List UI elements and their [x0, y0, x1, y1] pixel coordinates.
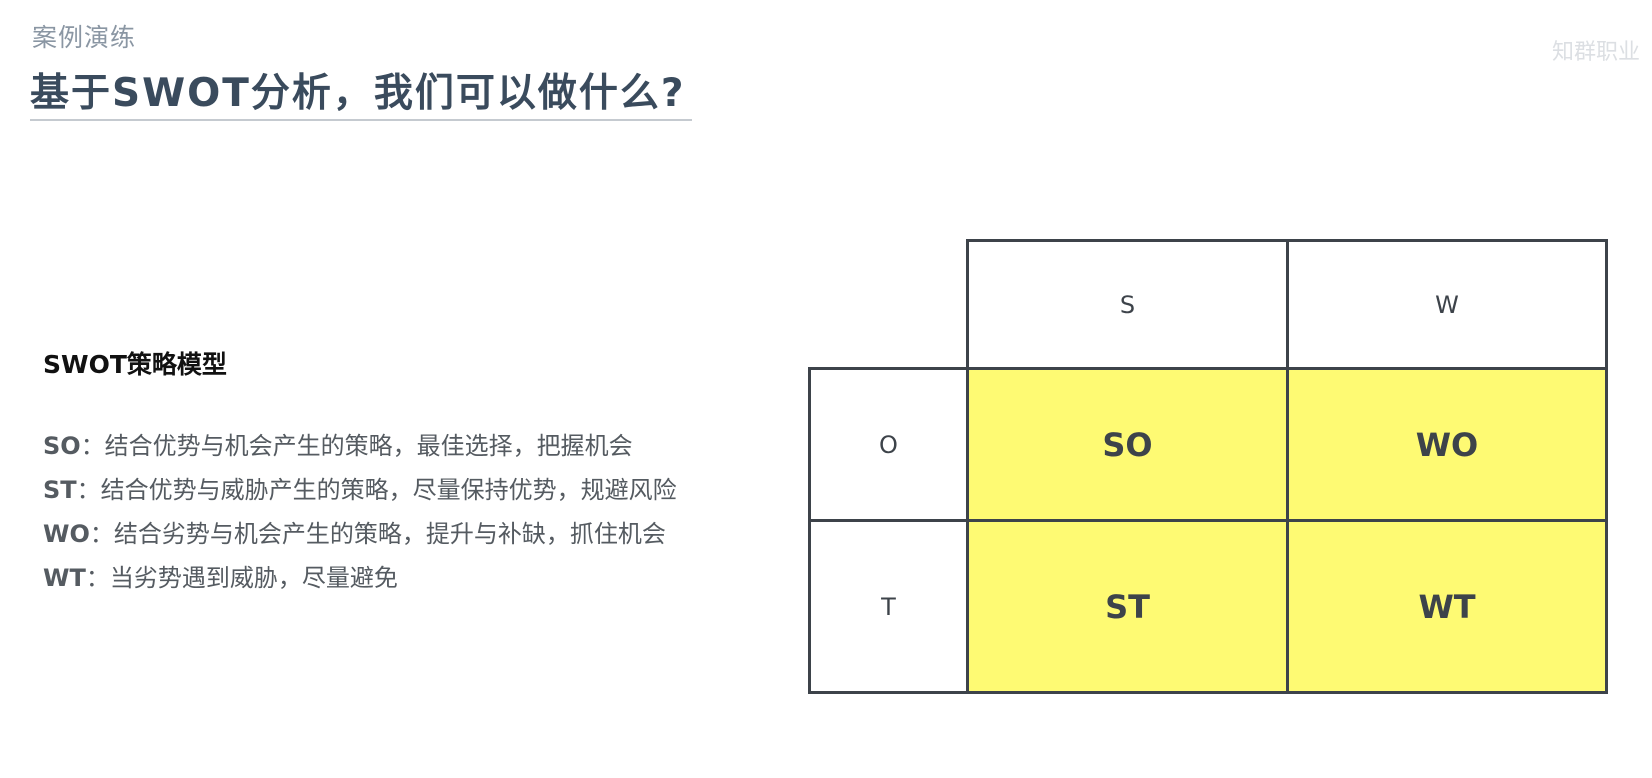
strategy-desc: ：结合劣势与机会产生的策略，提升与补缺，抓住机会 — [89, 520, 666, 548]
strategy-desc: ：结合优势与机会产生的策略，最佳选择，把握机会 — [80, 432, 633, 460]
quadrant-wo: WO — [1286, 367, 1608, 522]
strategy-item-so: SO：结合优势与机会产生的策略，最佳选择，把握机会 — [43, 424, 677, 468]
row-header-t: T — [808, 519, 969, 694]
strategy-code: SO — [43, 432, 81, 460]
strategy-item-st: ST：结合优势与威胁产生的策略，尽量保持优势，规避风险 — [43, 468, 677, 512]
model-title: SWOT策略模型 — [43, 350, 227, 379]
section-label: 案例演练 — [32, 23, 137, 52]
page-title: 基于SWOT分析，我们可以做什么? — [30, 71, 686, 116]
col-header-w: W — [1286, 239, 1608, 370]
row-header-o: O — [808, 367, 969, 522]
strategy-code: ST — [43, 476, 77, 504]
strategy-code: WO — [43, 520, 90, 548]
watermark: 知群职业 — [1552, 40, 1641, 65]
strategy-desc: ：当劣势遇到威胁，尽量避免 — [85, 564, 398, 592]
quadrant-so: SO — [966, 367, 1289, 522]
strategy-item-wo: WO：结合劣势与机会产生的策略，提升与补缺，抓住机会 — [43, 512, 677, 556]
strategy-code: WT — [43, 564, 86, 592]
quadrant-wt: WT — [1286, 519, 1608, 694]
strategy-desc: ：结合优势与威胁产生的策略，尽量保持优势，规避风险 — [76, 476, 677, 504]
strategy-item-wt: WT：当劣势遇到威胁，尽量避免 — [43, 556, 677, 600]
col-header-s: S — [966, 239, 1289, 370]
title-divider — [30, 119, 692, 121]
strategy-list: SO：结合优势与机会产生的策略，最佳选择，把握机会 ST：结合优势与威胁产生的策… — [43, 424, 677, 600]
quadrant-st: ST — [966, 519, 1289, 694]
